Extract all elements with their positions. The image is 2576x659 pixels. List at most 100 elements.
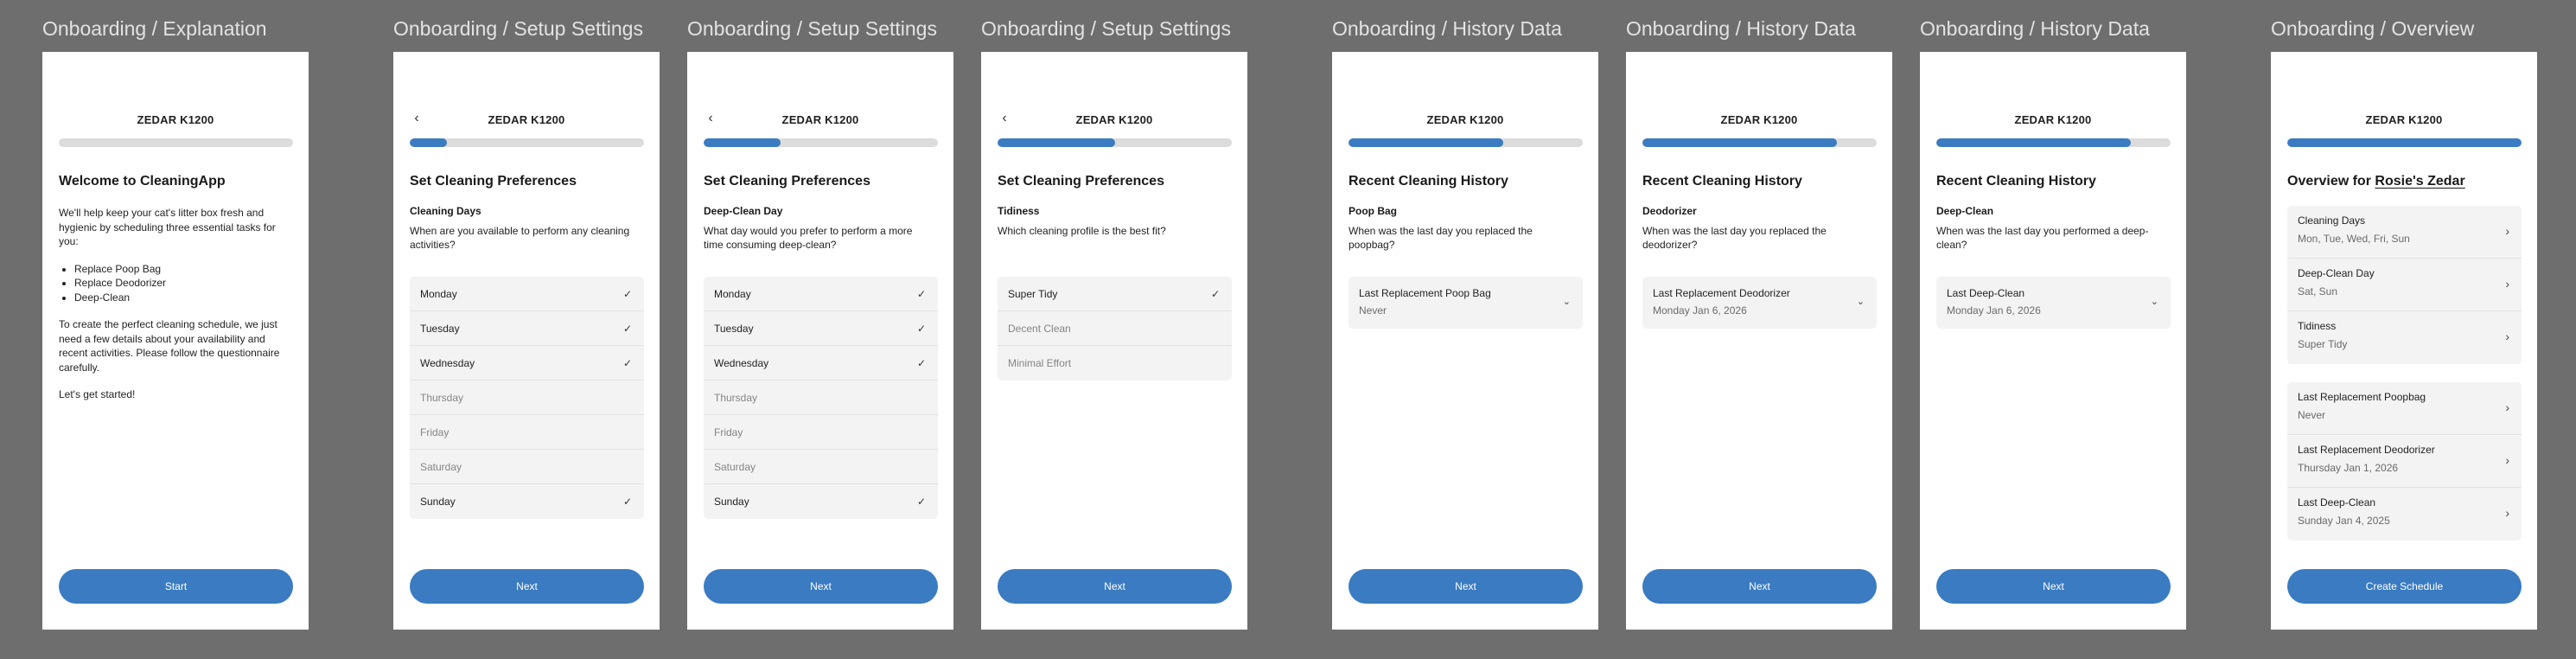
progress-bar (1349, 138, 1583, 147)
option-item[interactable]: Thursday (410, 381, 644, 415)
intro-paragraph: To create the perfect cleaning schedule,… (59, 318, 280, 374)
question-text: When was the last day you performed a de… (1936, 225, 2149, 251)
create-schedule-button[interactable]: Create Schedule (2287, 569, 2522, 604)
task-item: Replace Poop Bag (74, 262, 294, 277)
device-name: ZEDAR K1200 (1720, 113, 1798, 126)
question-label: Deep-Clean (1936, 205, 1994, 217)
option-item[interactable]: Minimal Effort (998, 346, 1232, 381)
chevron-down-icon: ⌄ (2150, 297, 2158, 307)
phone-screen: ZEDAR K1200 Recent Cleaning History Poop… (1332, 52, 1598, 630)
question-label: Deodorizer (1642, 205, 1697, 217)
device-name: ZEDAR K1200 (1426, 113, 1504, 126)
chevron-right-icon: › (2505, 453, 2509, 467)
option-item[interactable]: Saturday (410, 450, 644, 484)
next-button[interactable]: Next (1642, 569, 1877, 604)
frame-title: Onboarding / History Data (1332, 17, 1562, 40)
overview-row-label: Last Deep-Clean (2298, 496, 2376, 509)
device-name: ZEDAR K1200 (1075, 113, 1153, 126)
page-title: Recent Cleaning History (1642, 174, 1802, 189)
options-list: Monday ✓ Tuesday ✓ Wednesday ✓ Thursday Friday S… (704, 277, 938, 519)
check-icon: ✓ (622, 323, 632, 335)
progress-bar (998, 138, 1232, 147)
overview-title-prefix: Overview for (2287, 174, 2371, 189)
overview-row[interactable]: Tidiness Super Tidy › (2287, 311, 2522, 364)
question-text: What day would you prefer to perform a m… (704, 225, 913, 251)
dropdown-value: Monday Jan 6, 2026 (1653, 304, 1747, 317)
overview-row-label: Cleaning Days (2298, 214, 2366, 227)
next-button[interactable]: Next (1936, 569, 2171, 604)
option-label: Minimal Effort (1008, 357, 1072, 369)
task-list: Replace Poop Bag Replace Deodorizer Deep… (74, 262, 294, 305)
progress-bar (2287, 138, 2522, 147)
frame-title: Onboarding / History Data (1626, 17, 1856, 40)
next-button[interactable]: Next (1349, 569, 1583, 604)
progress-bar (1642, 138, 1877, 147)
option-item[interactable]: Sunday ✓ (704, 484, 938, 519)
overview-row-label: Last Replacement Poopbag (2298, 391, 2426, 403)
progress-bar (1936, 138, 2171, 147)
option-label: Wednesday (420, 357, 475, 369)
option-label: Monday (714, 288, 751, 300)
page-title: Set Cleaning Preferences (704, 174, 870, 189)
option-item[interactable]: Tuesday ✓ (410, 311, 644, 346)
question-label: Poop Bag (1349, 205, 1397, 217)
overview-row[interactable]: Cleaning Days Mon, Tue, Wed, Fri, Sun › (2287, 206, 2522, 259)
option-item[interactable]: Tuesday ✓ (704, 311, 938, 346)
progress-fill (1349, 138, 1503, 147)
page-title: Welcome to CleaningApp (59, 174, 226, 189)
option-label: Thursday (714, 392, 758, 404)
option-label: Wednesday (714, 357, 769, 369)
frame-title: Onboarding / Explanation (42, 17, 267, 40)
phone-screen: ‹ ZEDAR K1200 Set Cleaning Preferences T… (981, 52, 1247, 630)
page-title: Recent Cleaning History (1349, 174, 1508, 189)
option-label: Thursday (420, 392, 464, 404)
last-replacement-poop-bag-dropdown[interactable]: Last Replacement Poop Bag Never ⌄ (1349, 277, 1583, 329)
frame-title: Onboarding / Setup Settings (393, 17, 643, 40)
option-item[interactable]: Saturday (704, 450, 938, 484)
chevron-right-icon: › (2505, 506, 2509, 520)
overview-row[interactable]: Deep-Clean Day Sat, Sun › (2287, 259, 2522, 311)
option-item[interactable]: Friday (704, 415, 938, 450)
overview-row[interactable]: Last Replacement Poopbag Never › (2287, 382, 2522, 435)
next-button[interactable]: Next (704, 569, 938, 604)
option-item[interactable]: Wednesday ✓ (410, 346, 644, 381)
start-button[interactable]: Start (59, 569, 293, 604)
progress-bar (59, 138, 293, 147)
last-deep-clean-dropdown[interactable]: Last Deep-Clean Monday Jan 6, 2026 ⌄ (1936, 277, 2171, 329)
option-item[interactable]: Wednesday ✓ (704, 346, 938, 381)
option-item[interactable]: Friday (410, 415, 644, 450)
pet-device-name: Rosie's Zedar (2375, 174, 2465, 189)
phone-screen: ZEDAR K1200 Overview for Rosie's Zedar C… (2271, 52, 2537, 630)
device-name: ZEDAR K1200 (137, 113, 214, 126)
phone-screen: ‹ ZEDAR K1200 Set Cleaning Preferences C… (393, 52, 660, 630)
option-item[interactable]: Sunday ✓ (410, 484, 644, 519)
intro-text: We'll help keep your cat's litter box fr… (59, 206, 294, 415)
last-replacement-deodorizer-dropdown[interactable]: Last Replacement Deodorizer Monday Jan 6… (1642, 277, 1877, 329)
overview-row-label: Deep-Clean Day (2298, 267, 2375, 279)
option-item[interactable]: Decent Clean (998, 311, 1232, 346)
overview-row[interactable]: Last Replacement Deodorizer Thursday Jan … (2287, 435, 2522, 488)
check-icon: ✓ (916, 357, 926, 369)
option-item[interactable]: Monday ✓ (410, 277, 644, 311)
chevron-right-icon: › (2505, 224, 2509, 238)
phone-screen: ZEDAR K1200 Recent Cleaning History Deep… (1920, 52, 2186, 630)
progress-fill (998, 138, 1115, 147)
next-button[interactable]: Next (998, 569, 1232, 604)
option-label: Saturday (420, 461, 462, 473)
overview-row[interactable]: Last Deep-Clean Sunday Jan 4, 2025 › (2287, 488, 2522, 541)
option-item[interactable]: Super Tidy ✓ (998, 277, 1232, 311)
device-name: ZEDAR K1200 (781, 113, 859, 126)
chevron-right-icon: › (2505, 277, 2509, 291)
options-list: Monday ✓ Tuesday ✓ Wednesday ✓ Thursday Friday S… (410, 277, 644, 519)
frame-title: Onboarding / Overview (2271, 17, 2475, 40)
overview-row-value: Sunday Jan 4, 2025 (2298, 515, 2390, 527)
question-label: Tidiness (998, 205, 1040, 217)
dropdown-value: Never (1359, 304, 1387, 317)
task-item: Deep-Clean (74, 291, 294, 305)
page-title: Set Cleaning Preferences (410, 174, 577, 189)
option-label: Super Tidy (1008, 288, 1058, 300)
next-button[interactable]: Next (410, 569, 644, 604)
option-item[interactable]: Thursday (704, 381, 938, 415)
option-item[interactable]: Monday ✓ (704, 277, 938, 311)
chevron-right-icon: › (2505, 330, 2509, 343)
